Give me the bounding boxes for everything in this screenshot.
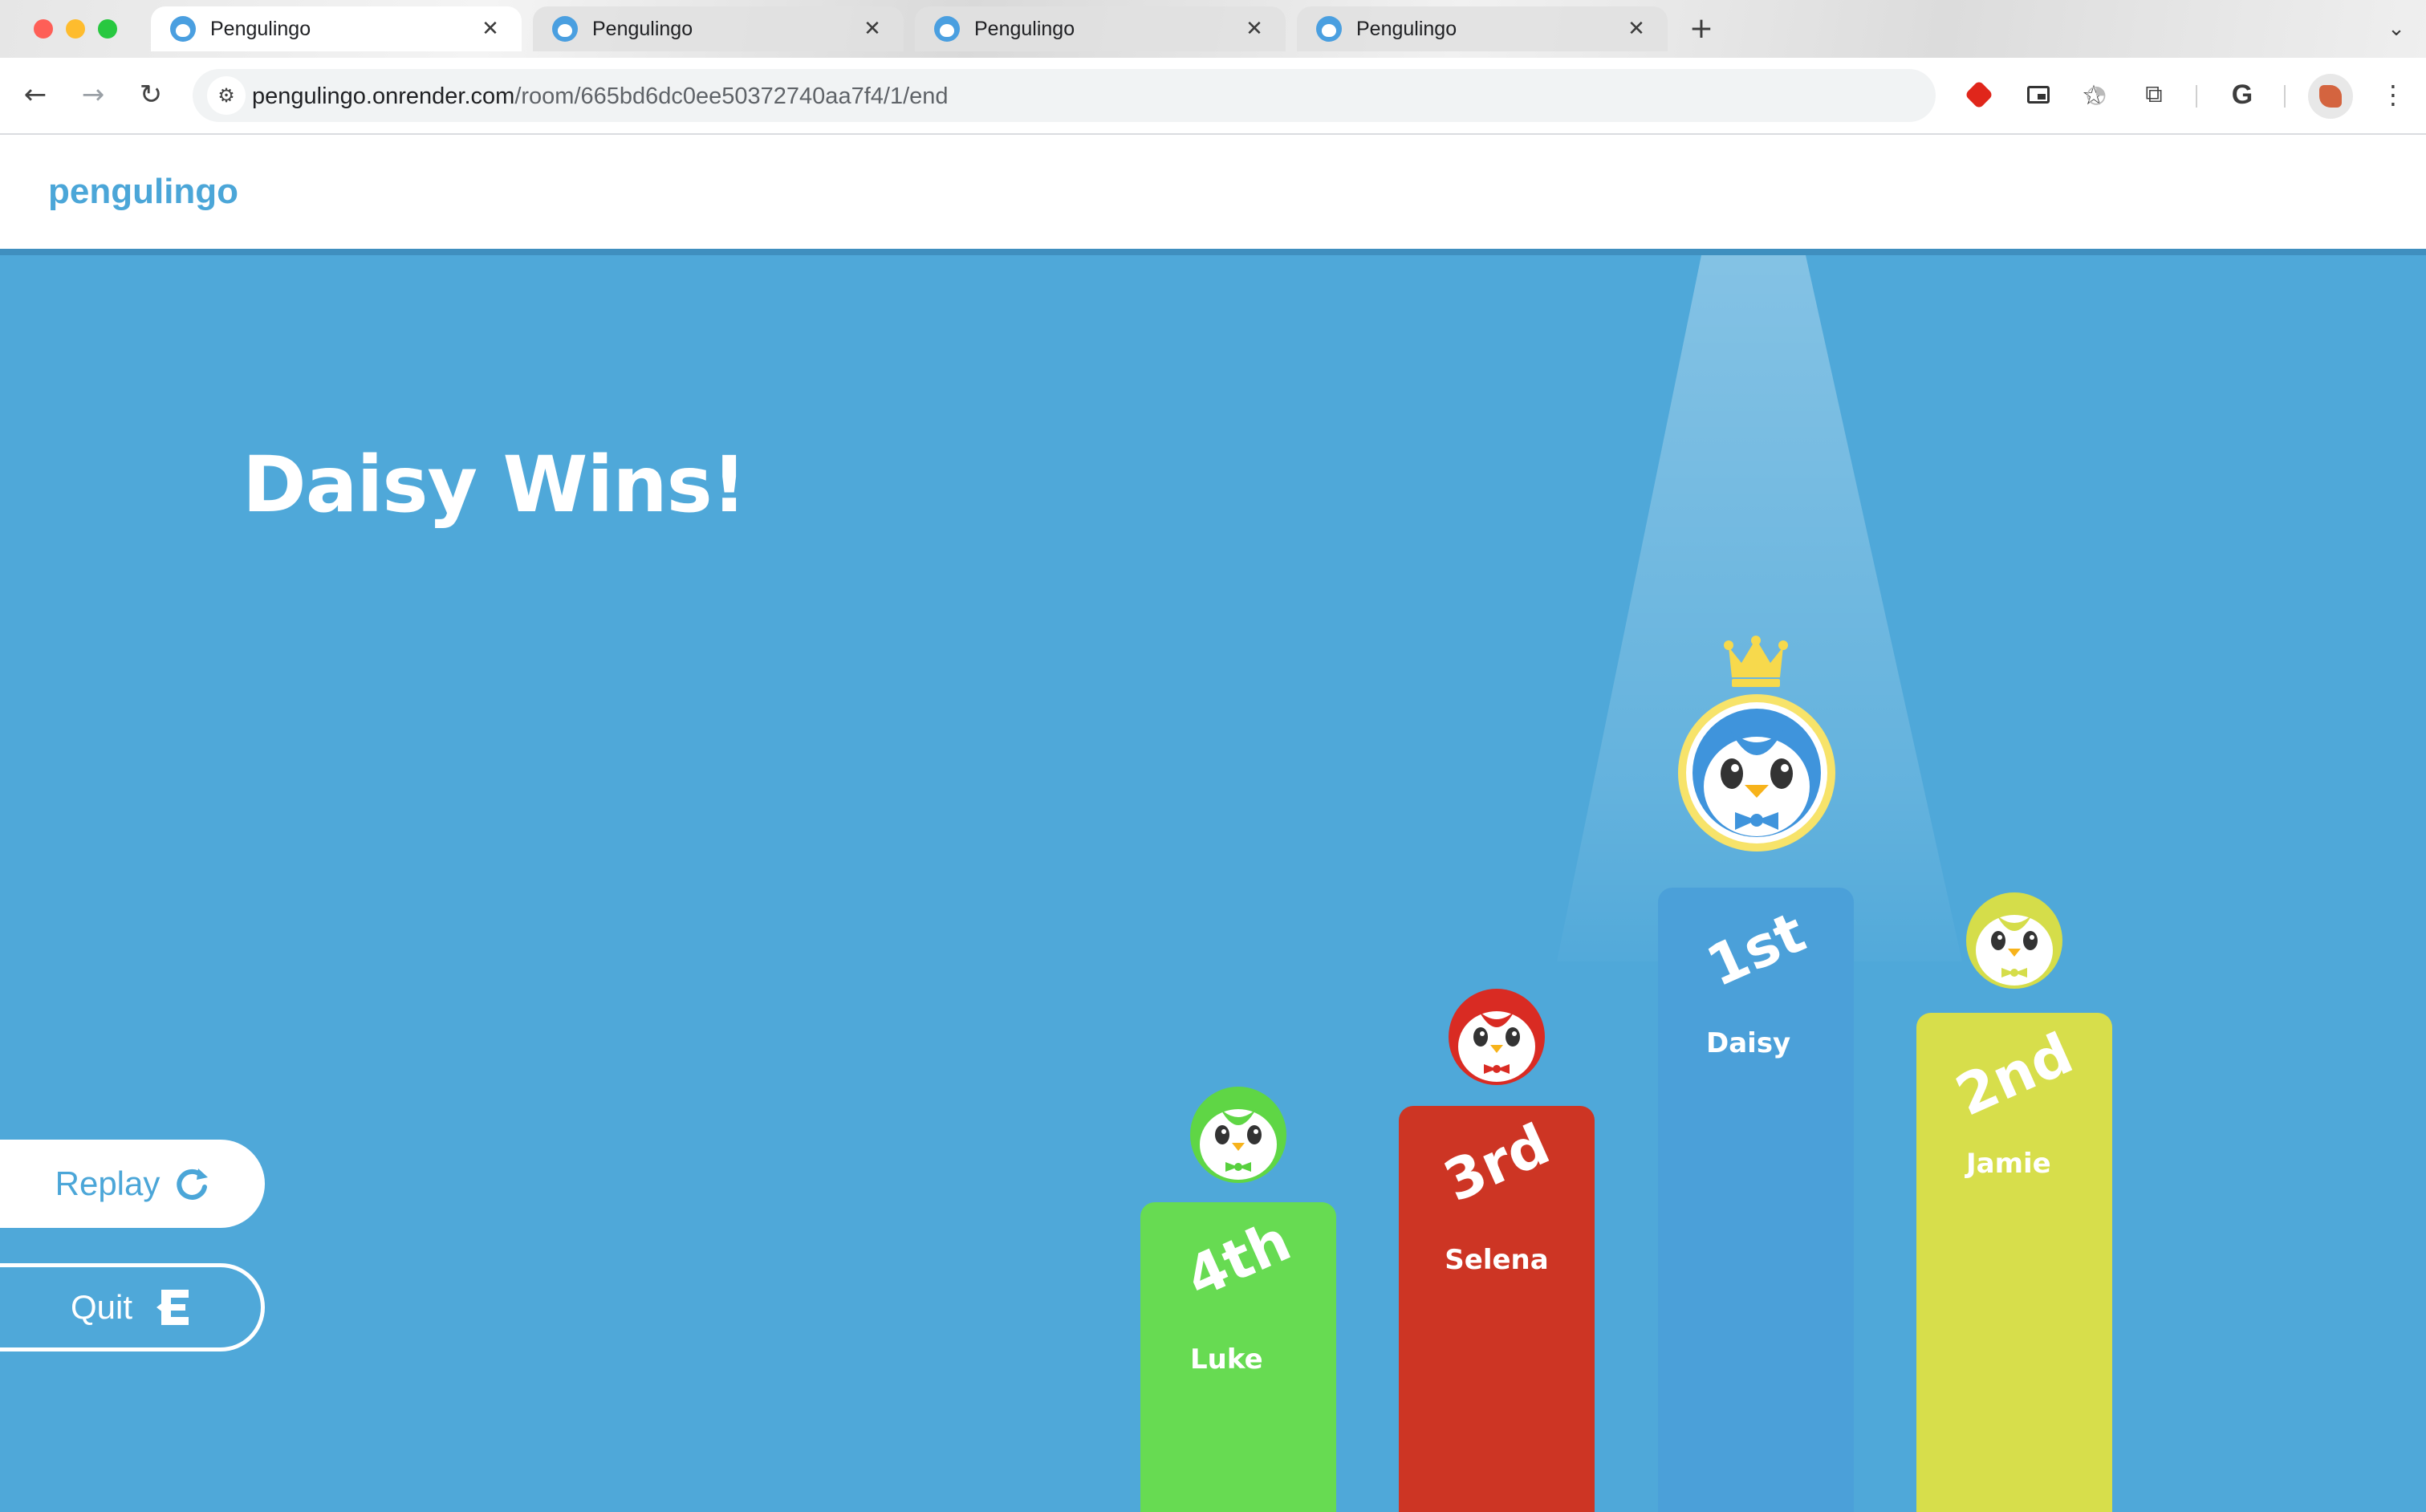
profile-avatar[interactable] (2308, 74, 2353, 119)
toolbar-divider (2284, 85, 2286, 108)
browser-tab[interactable]: Pengulingo ✕ (915, 6, 1286, 51)
penguin-favicon-icon (1316, 16, 1342, 42)
podium-3rd: 3rd Selena (1399, 1106, 1595, 1512)
podium-rank: 1st (1697, 899, 1815, 1000)
tab-close-icon[interactable]: ✕ (478, 17, 502, 41)
tab-title: Pengulingo (1356, 17, 1457, 40)
replay-icon (177, 1169, 209, 1200)
penguin-favicon-icon (552, 16, 578, 42)
podium-rank: 3rd (1434, 1111, 1559, 1215)
menu-kebab-icon[interactable]: ⋮ (2377, 75, 2409, 114)
url-host: pengulingo.onrender.com (252, 83, 515, 109)
timer-icon[interactable]: ◔ (2077, 75, 2115, 114)
adblock-icon[interactable] (1960, 75, 1998, 114)
browser-tab-strip: Pengulingo ✕ Pengulingo ✕ Pengulingo ✕ P… (0, 0, 2426, 58)
penguin-favicon-icon (170, 16, 196, 42)
tab-close-icon[interactable]: ✕ (1242, 17, 1266, 41)
picture-in-picture-icon[interactable] (2019, 75, 2058, 114)
window-minimize-button[interactable] (66, 19, 85, 39)
header-divider (0, 249, 2426, 255)
reload-icon[interactable]: ↻ (132, 75, 170, 114)
tab-title: Pengulingo (210, 17, 311, 40)
browser-tab[interactable]: Pengulingo ✕ (151, 6, 522, 51)
url-text[interactable]: pengulingo.onrender.com/room/665bd6dc0ee… (252, 83, 949, 110)
quit-button[interactable]: Quit (0, 1263, 265, 1351)
back-icon[interactable]: ← (16, 75, 55, 114)
end-screen-stage: Daisy Wins! Replay Quit 4th Luke 3rd Sel… (0, 255, 2426, 1512)
podium-rank: 4th (1176, 1207, 1300, 1311)
tab-close-icon[interactable]: ✕ (1624, 17, 1648, 41)
tab-title: Pengulingo (974, 17, 1075, 40)
player-name: Jamie (1966, 1148, 2051, 1180)
winner-title: Daisy Wins! (242, 440, 747, 530)
toolbar-divider (2196, 85, 2197, 108)
google-icon[interactable]: G (2223, 75, 2261, 114)
penguin-avatar-blue-winner (1678, 694, 1835, 852)
new-tab-button[interactable]: + (1684, 11, 1719, 47)
app-header: pengulingo (0, 135, 2426, 249)
browser-toolbar: ← → ↻ ⚙ pengulingo.onrender.com/room/665… (0, 58, 2426, 135)
browser-tab[interactable]: Pengulingo ✕ (533, 6, 904, 51)
quit-label: Quit (70, 1288, 133, 1326)
address-bar[interactable]: ⚙ pengulingo.onrender.com/room/665bd6dc0… (193, 69, 2106, 122)
extensions-puzzle-icon[interactable]: ⧉ (2135, 75, 2173, 114)
forward-icon[interactable]: → (74, 75, 112, 114)
podium-rank: 2nd (1946, 1020, 2083, 1129)
crown-icon (1724, 636, 1788, 687)
player-name: Selena (1445, 1244, 1549, 1276)
replay-label: Replay (55, 1164, 161, 1202)
window-close-button[interactable] (34, 19, 53, 39)
penguin-avatar-green (1190, 1087, 1286, 1183)
podium-2nd: 2nd Jamie (1916, 1013, 2112, 1512)
tab-search-chevron-icon[interactable]: ⌄ (2380, 11, 2412, 47)
penguin-favicon-icon (934, 16, 960, 42)
penguin-avatar-red (1449, 989, 1545, 1085)
tab-close-icon[interactable]: ✕ (860, 17, 884, 41)
penguin-avatar-yellow (1966, 892, 2062, 989)
replay-button[interactable]: Replay (0, 1140, 265, 1228)
player-name: Daisy (1706, 1027, 1791, 1059)
podium-1st: 1st Daisy (1658, 888, 1854, 1512)
player-name: Luke (1190, 1343, 1263, 1376)
site-info-icon[interactable]: ⚙ (207, 76, 246, 115)
exit-door-icon (156, 1290, 189, 1325)
browser-tab[interactable]: Pengulingo ✕ (1297, 6, 1668, 51)
window-zoom-button[interactable] (98, 19, 117, 39)
tab-title: Pengulingo (592, 17, 693, 40)
url-path: /room/665bd6dc0ee50372740aa7f4/1/end (514, 83, 949, 109)
podium-4th: 4th Luke (1140, 1202, 1336, 1512)
app-logo[interactable]: pengulingo (48, 172, 238, 212)
